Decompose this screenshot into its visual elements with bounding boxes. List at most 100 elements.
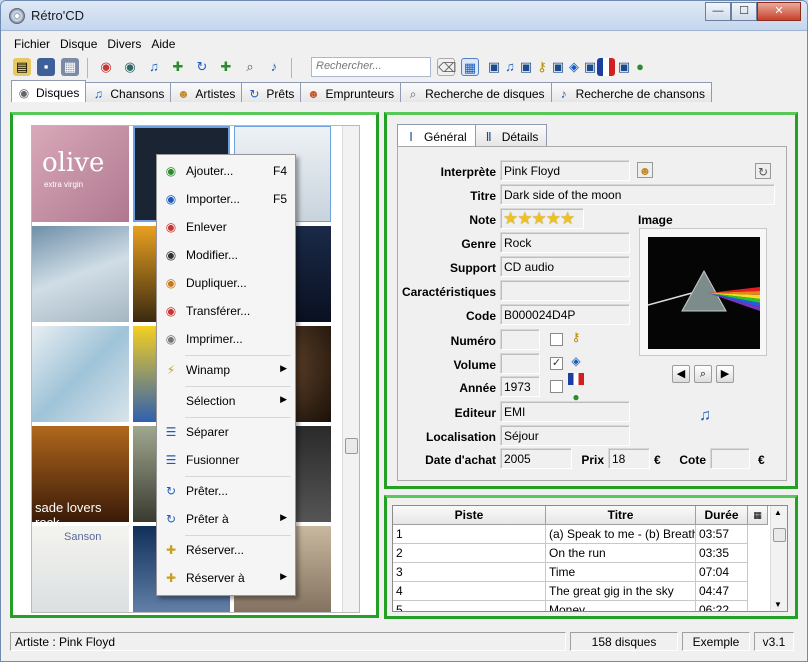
- column-piste[interactable]: Piste: [393, 506, 546, 525]
- prix-field[interactable]: 18: [608, 448, 650, 469]
- print-icon[interactable]: ▦: [61, 58, 79, 76]
- menu-item-preter[interactable]: ↻ Prêter...: [159, 479, 293, 503]
- grid-view-icon[interactable]: ▦: [461, 58, 479, 76]
- tab-general[interactable]: Ⅰ Général: [397, 124, 476, 146]
- disc-cover[interactable]: olive extra virgin: [32, 126, 129, 222]
- tab-recherche-chansons[interactable]: ♪ Recherche de chansons: [550, 82, 712, 102]
- column-titre[interactable]: Titre: [546, 506, 696, 525]
- numero-field[interactable]: [500, 329, 540, 350]
- main-tabs: ◉ Disques ♫ Chansons ☻ Artistes ↻ Prêts ☻ Emp…: [11, 80, 712, 102]
- menu-item-preter-a[interactable]: ↻ Prêter à ▶: [159, 507, 293, 531]
- music-file-icon[interactable]: ♫: [696, 408, 714, 426]
- tab-details[interactable]: Ⅱ Détails: [474, 124, 548, 146]
- search-song-icon[interactable]: ♪: [265, 58, 283, 76]
- table-row[interactable]: 5 Money 06:22: [393, 601, 748, 611]
- prev-image-button[interactable]: ◀: [672, 365, 690, 383]
- disc-cover[interactable]: Sanson: [32, 526, 129, 612]
- scrollbar-thumb[interactable]: [345, 438, 358, 454]
- disc-details-panel: Ⅰ Général Ⅱ Détails Interprète Pink Floyd …: [384, 112, 798, 489]
- add-artist-icon[interactable]: ✚: [169, 58, 187, 76]
- scroll-up-icon[interactable]: ▲: [774, 508, 782, 517]
- column-chooser-icon[interactable]: ▦: [748, 506, 768, 525]
- annee-field[interactable]: 1973: [500, 376, 540, 397]
- album-cover-image: [647, 237, 760, 349]
- maximize-button[interactable]: ☐: [731, 2, 757, 21]
- split-icon: ☰: [165, 425, 177, 439]
- volume-field[interactable]: [500, 353, 540, 374]
- menu-fichier[interactable]: Fichier: [9, 35, 55, 53]
- label-cote: Cote: [679, 453, 706, 467]
- menu-item-winamp[interactable]: ⚡ Winamp ▶: [159, 358, 293, 382]
- menu-divers[interactable]: Divers: [102, 35, 146, 53]
- caracteristiques-field[interactable]: [500, 280, 630, 301]
- code-field[interactable]: B000024D4P: [500, 304, 630, 325]
- editeur-field[interactable]: EMI: [500, 401, 630, 422]
- table-row[interactable]: 1(a) Speak to me - (b) Breathe in03:57: [393, 525, 748, 544]
- next-image-button[interactable]: ▶: [716, 365, 734, 383]
- save-icon[interactable]: ▪: [37, 58, 55, 76]
- french-flag-icon[interactable]: [597, 58, 615, 76]
- clear-search-icon[interactable]: ⌫: [437, 58, 456, 76]
- cote-field[interactable]: [710, 448, 750, 469]
- table-row[interactable]: 3 Time 07:04: [393, 563, 748, 582]
- interprete-field[interactable]: Pink Floyd: [500, 160, 630, 181]
- minimize-button[interactable]: —: [705, 2, 731, 21]
- track-duration: 03:35: [696, 544, 748, 563]
- add-song-icon[interactable]: ♫: [145, 58, 163, 76]
- loan-arrow-icon: ↻: [249, 87, 260, 101]
- menu-disque[interactable]: Disque: [55, 35, 102, 53]
- disc-cover[interactable]: [32, 326, 129, 422]
- globe-icon[interactable]: ●: [631, 58, 649, 76]
- menu-item-transferer[interactable]: ◉ Transférer...: [159, 299, 293, 323]
- numero-checkbox[interactable]: [550, 333, 563, 346]
- tab-prets[interactable]: ↻ Prêts: [241, 82, 302, 102]
- menu-item-reserver[interactable]: ✚ Réserver...: [159, 538, 293, 562]
- search-input[interactable]: Rechercher...: [311, 57, 431, 77]
- localisation-field[interactable]: Séjour: [500, 425, 630, 446]
- titre-field[interactable]: Dark side of the moon: [500, 184, 775, 205]
- artist-card-icon[interactable]: ☻: [637, 162, 653, 178]
- rating-stars[interactable]: ★★★★★: [500, 208, 584, 229]
- cover-title: olive: [42, 148, 105, 178]
- menu-item-reserver-a[interactable]: ✚ Réserver à ▶: [159, 566, 293, 590]
- menu-item-ajouter[interactable]: ◉ Ajouter... F4: [159, 159, 293, 183]
- annee-checkbox[interactable]: [550, 380, 563, 393]
- menu-item-enlever[interactable]: ◉ Enlever: [159, 215, 293, 239]
- search-disc-icon[interactable]: ⌕: [241, 58, 259, 76]
- scrollbar-thumb[interactable]: [773, 528, 786, 542]
- zoom-image-button[interactable]: ⌕: [694, 365, 712, 383]
- scroll-down-icon[interactable]: ▼: [774, 600, 782, 609]
- menu-item-imprimer[interactable]: ◉ Imprimer...: [159, 327, 293, 351]
- close-button[interactable]: ✕: [757, 2, 801, 21]
- menu-item-fusionner[interactable]: ☰ Fusionner: [159, 448, 293, 472]
- add-borrower-icon[interactable]: ✚: [217, 58, 235, 76]
- tracks-scrollbar[interactable]: ▲ ▼: [770, 506, 787, 611]
- lend-icon[interactable]: ↻: [193, 58, 211, 76]
- refresh-icon[interactable]: ↻: [755, 163, 771, 179]
- table-row[interactable]: 2 On the run 03:35: [393, 544, 748, 563]
- genre-field[interactable]: Rock: [500, 232, 630, 253]
- disc-grid-scrollbar[interactable]: [342, 126, 359, 612]
- menu-item-selection[interactable]: Sélection ▶: [159, 389, 293, 413]
- tab-disques[interactable]: ◉ Disques: [11, 80, 87, 102]
- disc-cover[interactable]: sade lovers rock: [32, 426, 129, 530]
- menu-item-importer[interactable]: ◉ Importer... F5: [159, 187, 293, 211]
- table-row[interactable]: 4 The great gig in the sky 04:47: [393, 582, 748, 601]
- menu-aide[interactable]: Aide: [146, 35, 180, 53]
- cote-currency: €: [758, 453, 765, 467]
- tab-emprunteurs[interactable]: ☻ Emprunteurs: [300, 82, 402, 102]
- tab-artistes[interactable]: ☻ Artistes: [170, 82, 243, 102]
- menu-item-dupliquer[interactable]: ◉ Dupliquer...: [159, 271, 293, 295]
- edit-disc-icon[interactable]: ◉: [121, 58, 139, 76]
- track-duration: 03:57: [696, 525, 748, 544]
- disc-cover[interactable]: [32, 226, 129, 322]
- menu-item-separer[interactable]: ☰ Séparer: [159, 420, 293, 444]
- menu-item-modifier[interactable]: ◉ Modifier...: [159, 243, 293, 267]
- tab-recherche-disques[interactable]: ⌕ Recherche de disques: [400, 82, 552, 102]
- support-field[interactable]: CD audio: [500, 256, 630, 277]
- open-folder-icon[interactable]: ▤: [13, 58, 31, 76]
- column-duree[interactable]: Durée: [696, 506, 748, 525]
- add-disc-icon[interactable]: ◉: [97, 58, 115, 76]
- volume-checkbox[interactable]: ✓: [550, 357, 563, 370]
- tab-chansons[interactable]: ♫ Chansons: [85, 82, 172, 102]
